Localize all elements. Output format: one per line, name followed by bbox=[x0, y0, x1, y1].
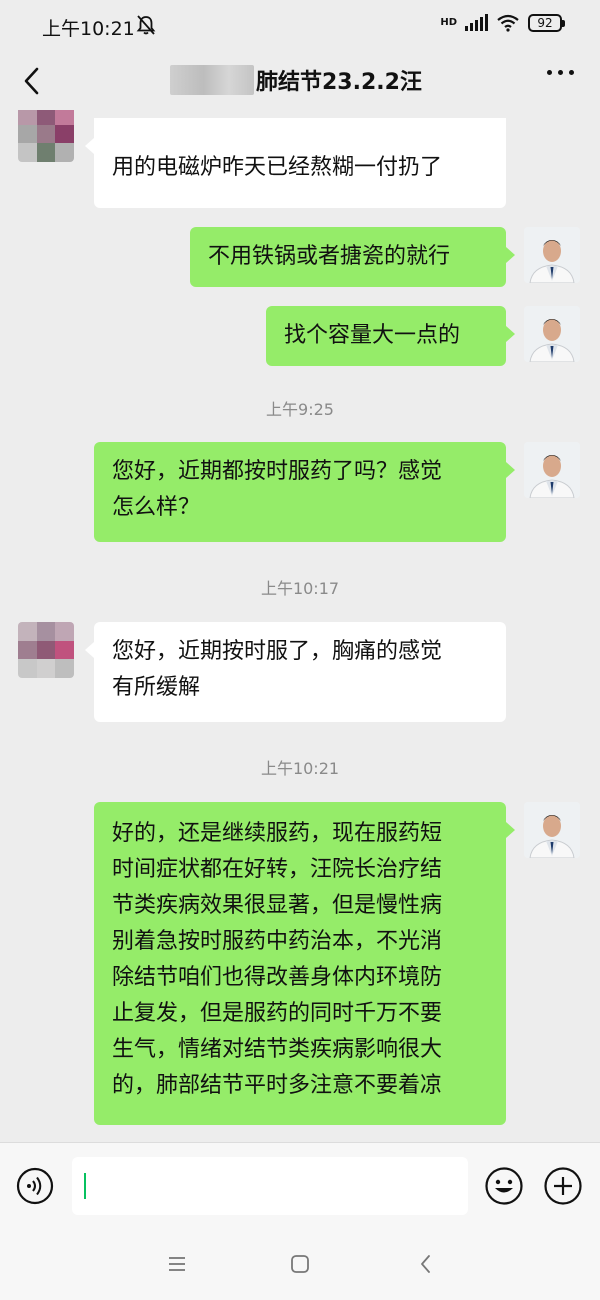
message-text-line: 您好，近期都按时服药了吗？感觉 bbox=[112, 459, 443, 484]
more-dots-icon[interactable] bbox=[547, 70, 574, 75]
doctor-photo-icon bbox=[524, 227, 580, 283]
doctor-avatar[interactable] bbox=[524, 442, 580, 498]
home-icon[interactable] bbox=[288, 1252, 312, 1276]
message-text-line: 生气，情绪对结节类疾病影响很大 bbox=[112, 1037, 443, 1062]
text-cursor bbox=[84, 1173, 86, 1199]
message-bubble-outgoing[interactable]: 好的，还是继续服药，现在服药短 时间症状都在好转，汪院长治疗结 节类疾病效果很显… bbox=[94, 802, 515, 1125]
voice-icon[interactable] bbox=[16, 1167, 54, 1205]
doctor-avatar[interactable] bbox=[524, 227, 580, 283]
back-icon[interactable] bbox=[414, 1252, 438, 1276]
emoji-icon[interactable] bbox=[484, 1166, 524, 1206]
message-bubble-incoming[interactable]: 用的电磁炉昨天已经熬糊一付扔了 bbox=[85, 118, 506, 208]
message-text-line: 除结节咱们也得改善身体内环境防 bbox=[112, 965, 443, 990]
message-text-line: 别着急按时服药中药治本，不光消 bbox=[112, 929, 443, 954]
message-text: 找个容量大一点的 bbox=[284, 323, 461, 348]
chevron-left-icon[interactable] bbox=[18, 64, 48, 98]
message-text: 不用铁锅或者搪瓷的就行 bbox=[208, 244, 451, 269]
contact-avatar[interactable] bbox=[18, 110, 74, 162]
timestamp: 上午10:21 bbox=[260, 759, 340, 778]
message-text-line: 时间症状都在好转，汪院长治疗结 bbox=[112, 857, 443, 882]
doctor-avatar[interactable] bbox=[524, 802, 580, 858]
message-text-line: 好的，还是继续服药，现在服药短 bbox=[112, 821, 443, 846]
menu-icon[interactable] bbox=[165, 1252, 189, 1276]
doctor-photo-icon bbox=[524, 802, 580, 858]
battery-icon: 92 bbox=[528, 14, 565, 32]
message-list[interactable]: 用的电磁炉昨天已经熬糊一付扔了 不用铁锅或者搪瓷的就行 找个容量大一点的 上午9… bbox=[0, 110, 600, 1142]
do-not-disturb-icon bbox=[136, 15, 156, 35]
chat-header: 肺结节23.2.2汪 bbox=[0, 52, 600, 110]
message-text-line: 怎么样？ bbox=[112, 495, 201, 520]
signal-icon bbox=[465, 14, 488, 31]
message-bubble-outgoing[interactable]: 找个容量大一点的 bbox=[266, 306, 515, 366]
message-text-line: 节类疾病效果很显著，但是慢性病 bbox=[112, 893, 443, 918]
chat-title: 肺结节23.2.2汪 bbox=[256, 70, 422, 95]
contact-avatar[interactable] bbox=[18, 622, 74, 678]
system-nav-bar bbox=[0, 1228, 600, 1300]
wifi-icon bbox=[497, 14, 519, 32]
message-text-line: 止复发，但是服药的同时千万不要 bbox=[112, 1001, 443, 1026]
message-bubble-outgoing[interactable]: 不用铁锅或者搪瓷的就行 bbox=[190, 227, 515, 287]
timestamp: 上午9:25 bbox=[266, 400, 334, 419]
message-text: 用的电磁炉昨天已经熬糊一付扔了 bbox=[112, 155, 443, 180]
chat-title-area: 肺结节23.2.2汪 bbox=[170, 64, 422, 96]
redacted-name bbox=[170, 65, 254, 95]
doctor-photo-icon bbox=[524, 442, 580, 498]
input-bar bbox=[0, 1142, 600, 1229]
message-bubble-incoming[interactable]: 您好，近期按时服了，胸痛的感觉 有所缓解 bbox=[85, 622, 506, 722]
message-input[interactable] bbox=[72, 1157, 468, 1215]
battery-level: 92 bbox=[537, 16, 553, 30]
timestamp: 上午10:17 bbox=[260, 579, 340, 598]
plus-icon[interactable] bbox=[543, 1166, 583, 1206]
message-bubble-outgoing[interactable]: 您好，近期都按时服药了吗？感觉 怎么样？ bbox=[94, 442, 515, 542]
status-time: 上午10:21 bbox=[42, 18, 135, 40]
doctor-avatar[interactable] bbox=[524, 306, 580, 362]
doctor-photo-icon bbox=[524, 306, 580, 362]
network-label: HD bbox=[440, 17, 457, 28]
message-text-line: 的，肺部结节平时多注意不要着凉 bbox=[112, 1073, 443, 1098]
message-text-line: 您好，近期按时服了，胸痛的感觉 bbox=[112, 639, 443, 664]
message-text-line: 有所缓解 bbox=[112, 675, 201, 700]
status-bar: 上午10:21 HD 92 bbox=[0, 0, 600, 52]
